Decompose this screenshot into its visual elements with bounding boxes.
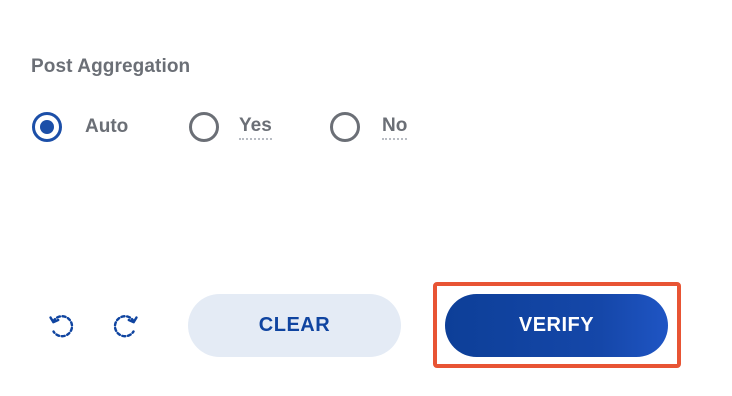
post-aggregation-panel: Post Aggregation Auto Yes No CLEAR VERIF… (0, 0, 732, 396)
radio-yes[interactable]: Yes (189, 112, 272, 142)
clear-button[interactable]: CLEAR (188, 294, 401, 357)
radio-no-circle[interactable] (330, 112, 360, 142)
radio-auto-label[interactable]: Auto (85, 116, 128, 138)
radio-yes-label[interactable]: Yes (239, 115, 272, 140)
radio-auto-circle[interactable] (32, 112, 62, 142)
rotate-left-icon[interactable] (48, 313, 74, 339)
radio-no[interactable]: No (330, 112, 408, 142)
radio-yes-circle[interactable] (189, 112, 219, 142)
radio-no-label[interactable]: No (382, 115, 408, 140)
verify-button[interactable]: VERIFY (445, 294, 668, 357)
radio-auto[interactable]: Auto (32, 112, 128, 142)
section-title: Post Aggregation (31, 56, 191, 77)
rotate-right-icon[interactable] (113, 313, 139, 339)
